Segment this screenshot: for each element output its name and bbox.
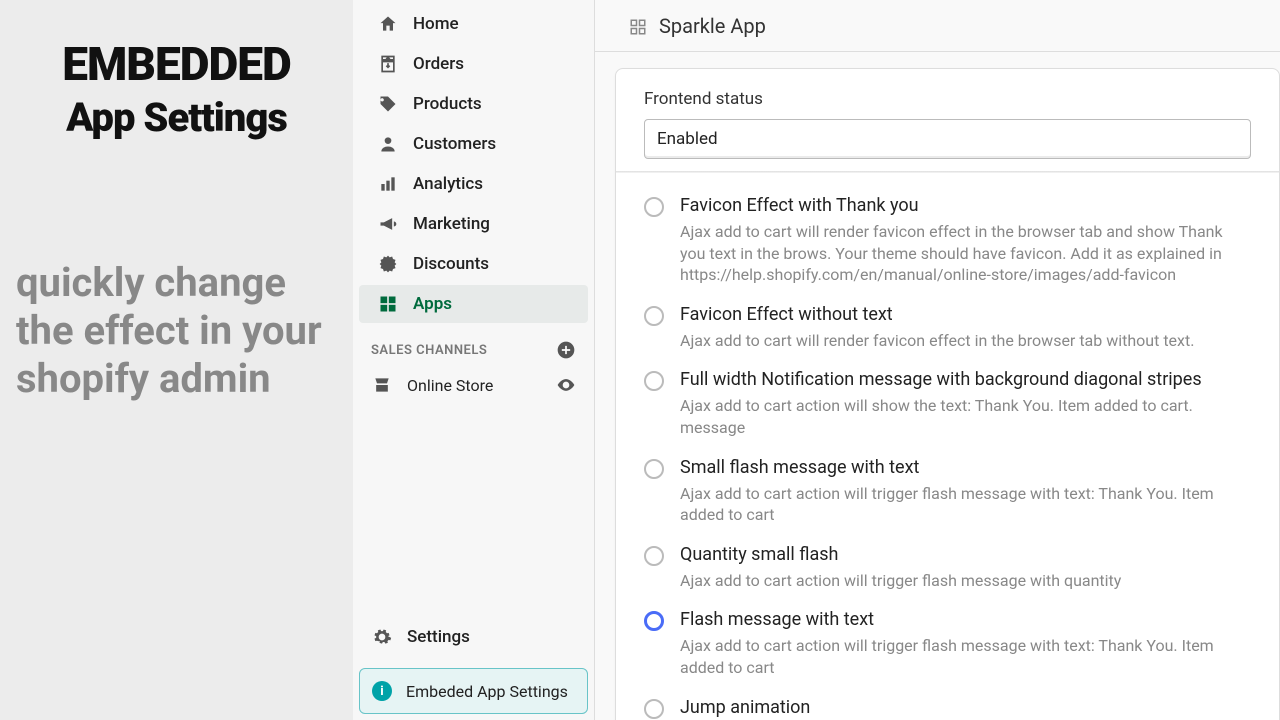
option-desc: Ajax add to cart action will trigger fla… [680,570,1251,592]
info-icon: i [372,681,392,701]
sidebar-item-analytics[interactable]: Analytics [359,165,588,203]
gear-icon [371,626,393,648]
settings-label: Settings [407,627,470,647]
promo-title-line2: App Settings [16,97,337,139]
sidebar-item-label: Products [413,94,482,114]
radio-icon [644,306,664,326]
sidebar-item-discounts[interactable]: Discounts [359,245,588,283]
sidebar-item-label: Analytics [413,174,483,194]
radio-icon [644,459,664,479]
sidebar-item-home[interactable]: Home [359,5,588,43]
products-icon [377,93,399,115]
view-store-icon[interactable] [556,375,576,395]
option-desc: Ajax add to cart action will trigger fla… [680,483,1251,526]
option-label: Quantity small flash [680,544,838,565]
option-desc: Ajax add to cart action will show the te… [680,395,1251,438]
option-small-flash-text[interactable]: Small flash message with text [644,451,1251,481]
app-grid-icon [629,17,647,35]
embedded-app-settings-button[interactable]: i Embeded App Settings [359,668,588,714]
add-channel-icon[interactable] [556,340,576,360]
promo-title: EMBEDDED App Settings [16,40,337,139]
home-icon [377,13,399,35]
customers-icon [377,133,399,155]
option-jump-animation[interactable]: Jump animation [644,691,1251,720]
embedded-label: Embeded App Settings [406,682,568,701]
option-label: Jump animation [680,697,810,718]
sidebar-item-label: Home [413,14,459,34]
frontend-status-label: Frontend status [644,89,1251,109]
promo-desc: quickly change the effect in your shopif… [16,259,337,403]
radio-icon [644,197,664,217]
sidebar-item-orders[interactable]: Orders [359,45,588,83]
apps-icon [377,293,399,315]
orders-icon [377,53,399,75]
option-label: Flash message with text [680,609,874,630]
app-header: Sparkle App [595,0,1280,52]
radio-icon [644,699,664,719]
option-quantity-flash[interactable]: Quantity small flash [644,538,1251,568]
marketing-icon [377,213,399,235]
sidebar-item-label: Orders [413,54,464,74]
option-fullwidth-notification[interactable]: Full width Notification message with bac… [644,363,1251,393]
option-label: Favicon Effect without text [680,304,893,325]
app-name: Sparkle App [659,14,766,38]
sidebar: Home Orders Products Customers Analytics… [353,0,595,720]
channel-online-store[interactable]: Online Store [353,366,594,404]
frontend-status-select[interactable]: Enabled [644,119,1251,159]
option-label: Full width Notification message with bac… [680,369,1202,390]
channel-label: Online Store [407,376,493,395]
radio-icon [644,371,664,391]
option-label: Small flash message with text [680,457,919,478]
option-desc: Ajax add to cart will render favicon eff… [680,330,1251,352]
option-favicon-notext[interactable]: Favicon Effect without text [644,298,1251,328]
discounts-icon [377,253,399,275]
option-flash-text[interactable]: Flash message with text [644,603,1251,633]
option-label: Favicon Effect with Thank you [680,195,919,216]
sidebar-item-label: Apps [413,294,452,314]
sidebar-item-label: Marketing [413,214,490,234]
settings-card: Frontend status Enabled Favicon Effect w… [615,68,1280,720]
option-favicon-thankyou[interactable]: Favicon Effect with Thank you [644,189,1251,219]
store-icon [371,374,393,396]
sidebar-item-marketing[interactable]: Marketing [359,205,588,243]
promo-title-line1: EMBEDDED [62,38,291,92]
sales-channels-label: SALES CHANNELS [371,343,487,358]
sidebar-item-label: Discounts [413,254,489,274]
promo-panel: EMBEDDED App Settings quickly change the… [0,0,353,720]
radio-icon [644,611,664,631]
option-desc: Ajax add to cart action will trigger fla… [680,635,1251,678]
main-panel: Sparkle App Frontend status Enabled Favi… [595,0,1280,720]
option-desc: Ajax add to cart will render favicon eff… [680,221,1251,286]
analytics-icon [377,173,399,195]
sales-channels-header: SALES CHANNELS [353,324,594,366]
sidebar-item-products[interactable]: Products [359,85,588,123]
sidebar-item-settings[interactable]: Settings [353,616,594,658]
sidebar-item-customers[interactable]: Customers [359,125,588,163]
sidebar-item-label: Customers [413,134,496,154]
radio-icon [644,546,664,566]
sidebar-item-apps[interactable]: Apps [359,285,588,323]
